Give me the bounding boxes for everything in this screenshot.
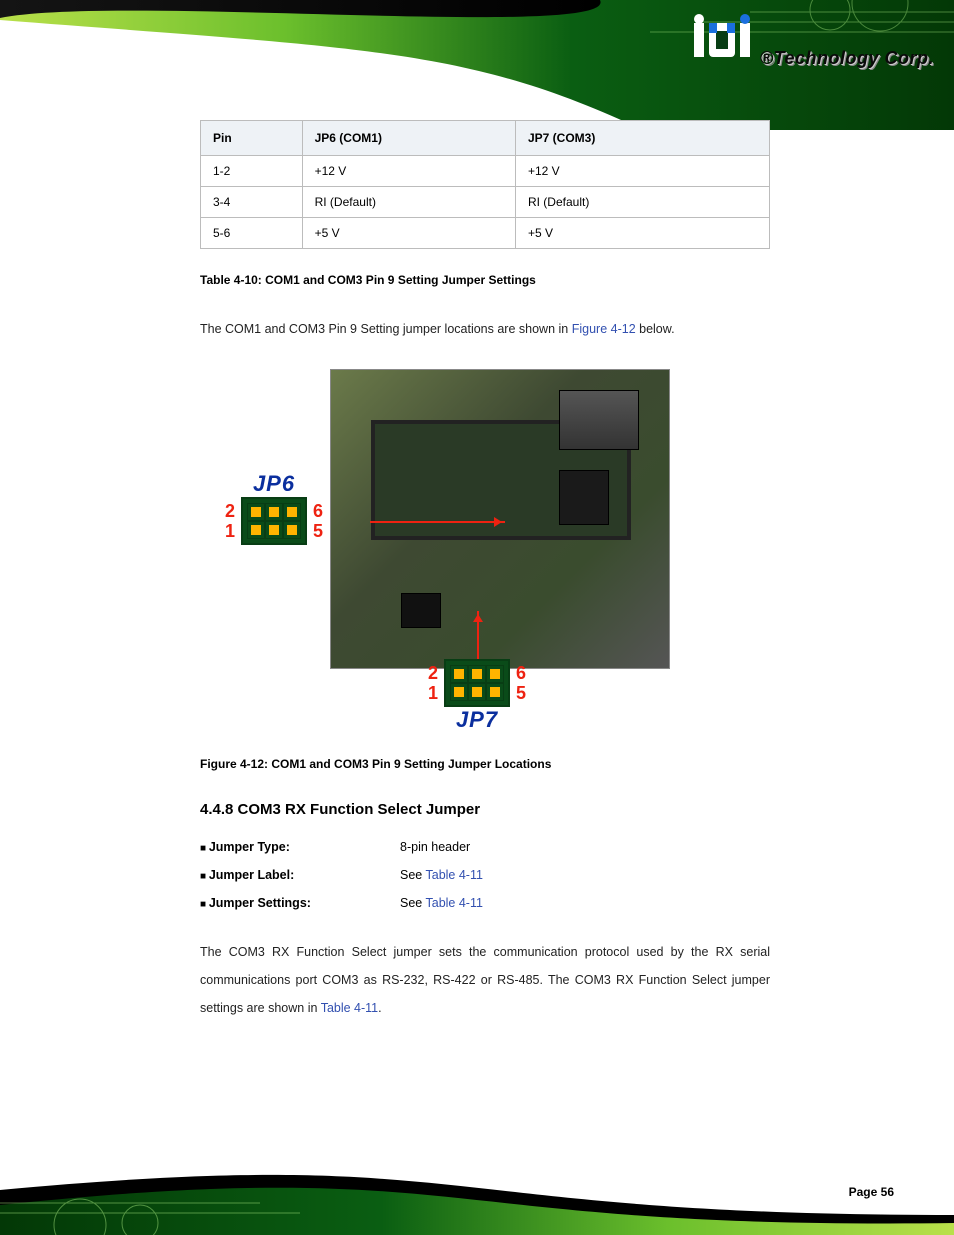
pin-num: 6	[313, 502, 323, 520]
spec-row-type: Jumper Type: 8-pin header	[200, 840, 770, 854]
spec-row-settings: Jumper Settings: See Table 4-11	[200, 896, 770, 910]
footer-banner	[0, 1095, 954, 1235]
figure-caption: Figure 4-12: COM1 and COM3 Pin 9 Setting…	[200, 757, 770, 771]
pin-num: 6	[516, 664, 526, 682]
jumper-jp6: JP6 2 1 6 5	[225, 471, 323, 545]
pin-num: 2	[225, 502, 235, 520]
heatsink-icon	[559, 470, 609, 525]
figure-4-12: JP6 2 1 6 5 2 1 6 5 JP7	[200, 363, 770, 733]
arrow-icon	[477, 611, 479, 665]
table-row: 5-6 +5 V +5 V	[201, 218, 770, 249]
section-heading: 4.4.8 COM3 RX Function Select Jumper	[200, 801, 770, 818]
cell: 5-6	[201, 218, 303, 249]
spec-value: 8-pin header	[400, 840, 770, 854]
figure-ref[interactable]: Figure 4-12	[572, 322, 636, 336]
para1-a: The COM1 and COM3 Pin 9 Setting jumper l…	[200, 322, 572, 336]
jumper-grid-icon	[444, 659, 510, 707]
spec-value: See Table 4-11	[400, 868, 770, 882]
table-row: 3-4 RI (Default) RI (Default)	[201, 187, 770, 218]
cell: +5 V	[515, 218, 769, 249]
cell: 1-2	[201, 156, 303, 187]
chip-icon	[559, 390, 639, 450]
jp6-title: JP6	[225, 471, 323, 497]
jumper-settings-table: Pin JP6 (COM1) JP7 (COM3) 1-2 +12 V +12 …	[200, 120, 770, 249]
table-caption: Table 4-10: COM1 and COM3 Pin 9 Setting …	[200, 273, 770, 287]
para2-b: .	[378, 1001, 381, 1015]
pin-num: 2	[428, 664, 438, 682]
chip-icon	[401, 593, 441, 628]
para2-a: The COM3 RX Function Select jumper sets …	[200, 945, 770, 1015]
cell: +12 V	[515, 156, 769, 187]
table-ref[interactable]: Table 4-11	[321, 1001, 378, 1015]
cell: +5 V	[302, 218, 515, 249]
table-ref[interactable]: Table 4-11	[426, 868, 483, 882]
paragraph-2: The COM3 RX Function Select jumper sets …	[200, 938, 770, 1022]
paragraph-1: The COM1 and COM3 Pin 9 Setting jumper l…	[200, 315, 770, 343]
brand-name: Technology Corp.	[774, 48, 934, 68]
arrow-icon	[370, 521, 505, 523]
pin-num: 1	[428, 684, 438, 702]
registered-mark: ®	[760, 48, 774, 68]
para1-b: below.	[636, 322, 675, 336]
cell: 3-4	[201, 187, 303, 218]
page-content: Pin JP6 (COM1) JP7 (COM3) 1-2 +12 V +12 …	[200, 120, 770, 1022]
th-pin: Pin	[201, 121, 303, 156]
pin-num: 1	[225, 522, 235, 540]
cell: +12 V	[302, 156, 515, 187]
spec-value: See Table 4-11	[400, 896, 770, 910]
jumper-grid-icon	[241, 497, 307, 545]
spec-row-label: Jumper Label: See Table 4-11	[200, 868, 770, 882]
page-number: Page 56	[849, 1185, 894, 1199]
pin-num: 5	[516, 684, 526, 702]
spec-label: Jumper Label:	[200, 868, 400, 882]
spec-list: Jumper Type: 8-pin header Jumper Label: …	[200, 840, 770, 910]
th-jp6: JP6 (COM1)	[302, 121, 515, 156]
table-row: 1-2 +12 V +12 V	[201, 156, 770, 187]
spec-value-text: See	[400, 896, 426, 910]
jp7-title: JP7	[428, 707, 526, 733]
jumper-jp7: 2 1 6 5 JP7	[428, 659, 526, 733]
th-jp7: JP7 (COM3)	[515, 121, 769, 156]
spec-value-text: See	[400, 868, 426, 882]
cell: RI (Default)	[302, 187, 515, 218]
spec-label: Jumper Settings:	[200, 896, 400, 910]
pin-num: 5	[313, 522, 323, 540]
brand-text: ®Technology Corp.	[760, 48, 934, 69]
table-ref[interactable]: Table 4-11	[426, 896, 483, 910]
spec-label: Jumper Type:	[200, 840, 400, 854]
cell: RI (Default)	[515, 187, 769, 218]
